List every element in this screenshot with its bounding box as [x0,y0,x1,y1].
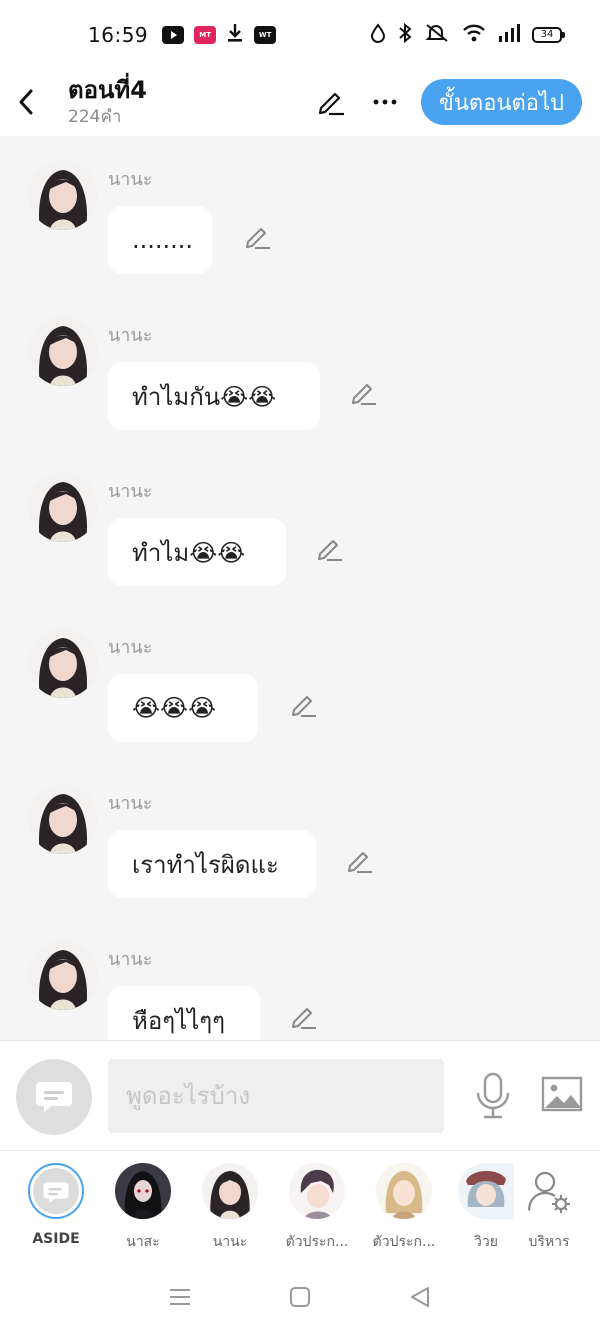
sender-avatar[interactable] [28,628,98,698]
character-label: นาสะ [126,1234,160,1250]
manage-characters-button[interactable]: บริหาร [509,1163,589,1253]
signal-icon [498,24,520,46]
message-bubble[interactable]: 😭😭😭 [108,674,258,742]
character-label: วิวย [474,1234,498,1250]
chat-message: นานะ เราทำไรผิดแะ [0,760,600,916]
edit-message-pencil-icon[interactable] [350,378,378,406]
data-saver-icon [370,23,386,47]
chat-message: นานะ ........ [0,136,600,292]
chat-message: นานะ ทำไมกัน😭😭 [0,292,600,448]
status-indicators: 34 [370,22,565,47]
character-aside[interactable]: ASIDE [16,1163,96,1247]
character-label: นานะ [212,1234,248,1250]
character-nana[interactable]: นานะ [190,1163,270,1253]
edit-message-pencil-icon[interactable] [290,690,318,718]
sender-avatar[interactable] [28,940,98,1010]
character-label: ตัวประก... [285,1234,349,1250]
edit-message-pencil-icon[interactable] [290,1002,318,1030]
message-bubble[interactable]: เราทำไรผิดแะ [108,830,316,898]
chat-message: นานะ หือๆไไๆๆ [0,916,600,1040]
message-bubble[interactable]: ทำไมกัน😭😭 [108,362,320,430]
message-input-wrapper [108,1059,444,1133]
chat-message: นานะ 😭😭😭 [0,604,600,760]
chapter-title: ตอนที่4 [68,76,147,104]
battery-indicator: 34 [532,27,565,43]
back-button[interactable] [0,76,52,128]
sender-name: นานะ [108,949,153,970]
chat-bubble-icon [36,1082,72,1112]
sender-name: นานะ [108,637,153,658]
youtube-icon [162,26,185,44]
menu-icon[interactable] [168,1287,192,1307]
character-avatar [289,1163,345,1219]
character-avatar [376,1163,432,1219]
manage-avatar [521,1163,577,1219]
more-button[interactable] [367,84,403,120]
aside-avatar [28,1163,84,1219]
character-protagonist-1[interactable]: ตัวประก... [277,1163,357,1253]
header-titles: ตอนที่4 224คำ [68,75,147,129]
sender-name: นานะ [108,325,153,346]
app-header: ตอนที่4 224คำ ขั้นตอนต่อไป [0,70,600,134]
sender-avatar[interactable] [28,472,98,542]
chevron-left-icon [19,89,33,115]
bluetooth-icon [398,22,412,47]
character-avatar [202,1163,258,1219]
message-bubble[interactable]: ........ [108,206,212,274]
next-step-button[interactable]: ขั้นตอนต่อไป [420,79,582,125]
mute-icon [424,23,450,47]
chat-area[interactable]: นานะ ........ นานะ ทำไมกัน😭😭 นานะ ทำไม😭😭… [0,136,600,1040]
mangatoon-icon: MT [194,26,217,44]
sender-name: นานะ [108,169,153,190]
edit-message-pencil-icon[interactable] [244,222,272,250]
aside-toggle-button[interactable] [16,1059,92,1135]
webtoon-icon: WT [254,26,277,44]
character-label: บริหาร [528,1234,570,1250]
sender-avatar[interactable] [28,160,98,230]
character-nasa[interactable]: นาสะ [103,1163,183,1253]
header-actions: ขั้นตอนต่อไป [313,79,582,125]
message-composer [0,1040,600,1150]
character-avatar [458,1163,514,1219]
character-protagonist-2[interactable]: ตัวประก... [364,1163,444,1253]
status-time: 16:59 [88,23,149,47]
chat-message: นานะ ทำไม😭😭 [0,448,600,604]
download-icon [226,23,244,47]
sender-avatar[interactable] [28,784,98,854]
microphone-icon [476,1072,510,1119]
message-bubble[interactable]: หือๆไไๆๆ [108,986,260,1040]
user-settings-icon [527,1171,570,1213]
chat-bubble-icon [33,1168,79,1214]
edit-message-pencil-icon[interactable] [346,846,374,874]
edit-message-pencil-icon[interactable] [316,534,344,562]
character-selector: ASIDE นาสะ นานะ ตัวประก... ตัวประก... วิ… [0,1150,600,1260]
status-app-icons: MT WT [162,23,277,47]
image-button[interactable] [540,1075,584,1115]
pencil-icon [318,92,344,116]
system-navigation-bar [0,1260,600,1333]
character-label: ASIDE [32,1231,80,1247]
status-bar: 16:59 MT WT 34 [0,0,600,70]
sender-name: นานะ [108,793,153,814]
character-avatar [115,1163,171,1219]
back-triangle-icon[interactable] [408,1285,432,1309]
edit-button[interactable] [313,84,349,120]
voice-button[interactable] [470,1071,516,1121]
word-count: 224คำ [68,107,122,127]
wifi-icon [462,23,486,47]
sender-avatar[interactable] [28,316,98,386]
sender-name: นานะ [108,481,153,502]
character-label: ตัวประก... [372,1234,436,1250]
message-input[interactable] [126,1082,444,1110]
message-bubble[interactable]: ทำไม😭😭 [108,518,286,586]
more-dots-icon [373,99,397,105]
image-icon [541,1076,583,1112]
home-icon[interactable] [289,1286,311,1308]
